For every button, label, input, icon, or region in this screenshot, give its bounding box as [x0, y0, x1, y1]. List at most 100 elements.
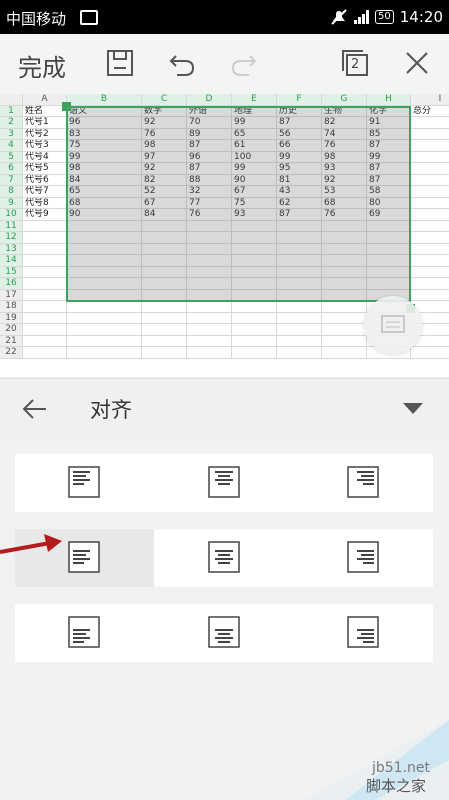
- table-cell[interactable]: [411, 267, 449, 278]
- table-cell[interactable]: [23, 220, 67, 232]
- table-cell[interactable]: [187, 266, 232, 278]
- row-number[interactable]: 16: [0, 278, 23, 290]
- table-cell[interactable]: [142, 232, 187, 244]
- table-cell[interactable]: 89: [187, 128, 232, 140]
- table-cell[interactable]: 75: [67, 140, 142, 152]
- table-cell[interactable]: 32: [187, 186, 232, 198]
- table-cell[interactable]: 65: [232, 128, 277, 140]
- table-cell[interactable]: [277, 324, 322, 336]
- table-cell[interactable]: [67, 278, 142, 290]
- align-top-left-icon[interactable]: [68, 466, 100, 498]
- column-header[interactable]: D: [187, 94, 232, 106]
- table-cell[interactable]: [322, 266, 367, 278]
- table-cell[interactable]: 91: [367, 117, 411, 129]
- table-cell[interactable]: 87: [277, 209, 322, 221]
- table-cell[interactable]: [67, 335, 142, 347]
- row-number[interactable]: 21: [0, 335, 23, 347]
- undo-icon[interactable]: [167, 48, 197, 78]
- column-header[interactable]: E: [232, 94, 277, 106]
- table-cell[interactable]: 化学: [367, 105, 411, 117]
- table-cell[interactable]: [67, 266, 142, 278]
- table-cell[interactable]: 地理: [232, 105, 277, 117]
- table-cell[interactable]: 数学: [142, 105, 187, 117]
- table-cell[interactable]: [142, 243, 187, 255]
- table-cell[interactable]: [411, 244, 449, 255]
- table-cell[interactable]: [232, 232, 277, 244]
- table-cell[interactable]: [322, 301, 367, 313]
- table-cell[interactable]: [322, 324, 367, 336]
- table-cell[interactable]: [187, 278, 232, 290]
- table-cell[interactable]: [277, 220, 322, 232]
- table-cell[interactable]: [187, 301, 232, 313]
- table-cell[interactable]: 99: [232, 163, 277, 175]
- collapse-caret-icon[interactable]: [403, 403, 423, 414]
- table-cell[interactable]: 69: [367, 209, 411, 221]
- table-cell[interactable]: 82: [322, 117, 367, 129]
- table-cell[interactable]: 68: [67, 197, 142, 209]
- table-cell[interactable]: [232, 266, 277, 278]
- table-cell[interactable]: 67: [142, 197, 187, 209]
- table-cell[interactable]: [367, 266, 411, 278]
- table-cell[interactable]: 76: [187, 209, 232, 221]
- table-cell[interactable]: 88: [187, 174, 232, 186]
- table-cell[interactable]: [23, 243, 67, 255]
- table-cell[interactable]: 84: [142, 209, 187, 221]
- table-cell[interactable]: 85: [367, 128, 411, 140]
- row-number[interactable]: 8: [0, 186, 23, 198]
- table-cell[interactable]: [411, 278, 449, 290]
- table-cell[interactable]: [277, 278, 322, 290]
- table-cell[interactable]: [411, 163, 449, 175]
- table-cell[interactable]: [232, 312, 277, 324]
- table-cell[interactable]: [23, 301, 67, 313]
- table-cell[interactable]: 代号8: [23, 197, 67, 209]
- table-cell[interactable]: [322, 312, 367, 324]
- table-cell[interactable]: [67, 301, 142, 313]
- table-cell[interactable]: [67, 347, 142, 359]
- table-cell[interactable]: 代号4: [23, 151, 67, 163]
- row-number[interactable]: 14: [0, 255, 23, 267]
- table-cell[interactable]: 92: [322, 174, 367, 186]
- table-cell[interactable]: 56: [277, 128, 322, 140]
- row-number[interactable]: 3: [0, 128, 23, 140]
- table-cell[interactable]: 58: [367, 186, 411, 198]
- table-cell[interactable]: 98: [322, 151, 367, 163]
- table-cell[interactable]: [23, 255, 67, 267]
- align-bottom-center-icon[interactable]: [208, 616, 240, 648]
- tabs-button[interactable]: 2: [340, 48, 370, 78]
- table-cell[interactable]: 76: [322, 140, 367, 152]
- table-cell[interactable]: [67, 220, 142, 232]
- table-cell[interactable]: [23, 232, 67, 244]
- table-cell[interactable]: [411, 198, 449, 209]
- table-cell[interactable]: 历史: [277, 105, 322, 117]
- table-cell[interactable]: [322, 289, 367, 301]
- table-cell[interactable]: [367, 278, 411, 290]
- align-middle-right-icon[interactable]: [347, 541, 379, 573]
- table-cell[interactable]: [367, 243, 411, 255]
- table-cell[interactable]: 95: [277, 163, 322, 175]
- table-cell[interactable]: [67, 243, 142, 255]
- align-middle-left-icon[interactable]: [68, 541, 100, 573]
- align-bottom-right-icon[interactable]: [347, 616, 379, 648]
- align-middle-center-icon[interactable]: [208, 541, 240, 573]
- table-cell[interactable]: [277, 347, 322, 359]
- table-cell[interactable]: 87: [187, 140, 232, 152]
- table-cell[interactable]: [277, 243, 322, 255]
- table-cell[interactable]: [411, 117, 449, 129]
- table-cell[interactable]: [142, 312, 187, 324]
- table-cell[interactable]: 98: [67, 163, 142, 175]
- table-cell[interactable]: [411, 209, 449, 221]
- table-cell[interactable]: 53: [322, 186, 367, 198]
- save-icon[interactable]: [105, 48, 135, 78]
- table-cell[interactable]: [232, 324, 277, 336]
- table-cell[interactable]: 75: [232, 197, 277, 209]
- table-cell[interactable]: [187, 255, 232, 267]
- row-number[interactable]: 10: [0, 209, 23, 221]
- table-cell[interactable]: [232, 347, 277, 359]
- table-cell[interactable]: 99: [367, 151, 411, 163]
- table-cell[interactable]: [277, 266, 322, 278]
- table-cell[interactable]: [411, 221, 449, 232]
- table-cell[interactable]: [142, 301, 187, 313]
- table-cell[interactable]: 74: [322, 128, 367, 140]
- table-cell[interactable]: [277, 335, 322, 347]
- row-number[interactable]: 20: [0, 324, 23, 336]
